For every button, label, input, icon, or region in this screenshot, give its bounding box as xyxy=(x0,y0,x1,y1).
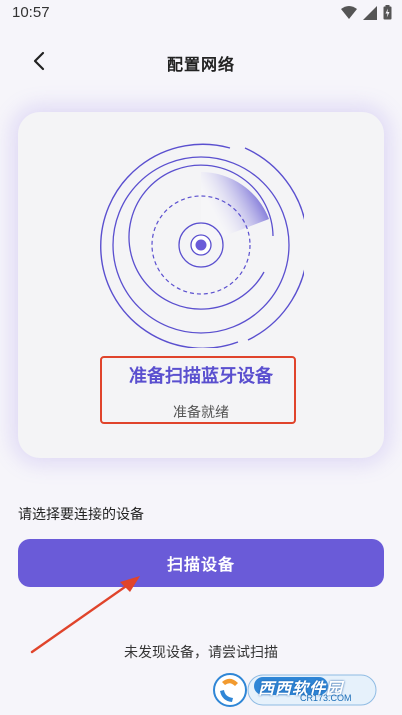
status-icons xyxy=(341,5,392,24)
watermark-logo: 西西软件园 CR173.COM xyxy=(208,671,380,709)
radar-sweep xyxy=(201,172,269,245)
radar-graphic xyxy=(100,143,304,348)
scan-card: 准备扫描蓝牙设备 准备就绪 xyxy=(18,112,384,458)
radar-center-dot xyxy=(195,239,207,251)
scan-title: 准备扫描蓝牙设备 xyxy=(129,366,273,387)
scan-status: 准备就绪 xyxy=(173,405,229,421)
battery-charging-icon xyxy=(383,5,392,24)
page-title: 配置网络 xyxy=(166,55,235,74)
section-label: 请选择要连接的设备 xyxy=(18,507,144,523)
watermark-subtext: CR173.COM xyxy=(300,693,352,703)
empty-hint: 未发现设备，请尝试扫描 xyxy=(124,645,278,661)
nav-bar: 配置网络 xyxy=(0,36,402,88)
wifi-icon xyxy=(341,5,357,24)
signal-icon xyxy=(363,5,377,24)
status-time: 10:57 xyxy=(12,4,50,21)
radar-outer-arc-right xyxy=(244,147,304,341)
status-bar: 10:57 xyxy=(0,0,402,28)
